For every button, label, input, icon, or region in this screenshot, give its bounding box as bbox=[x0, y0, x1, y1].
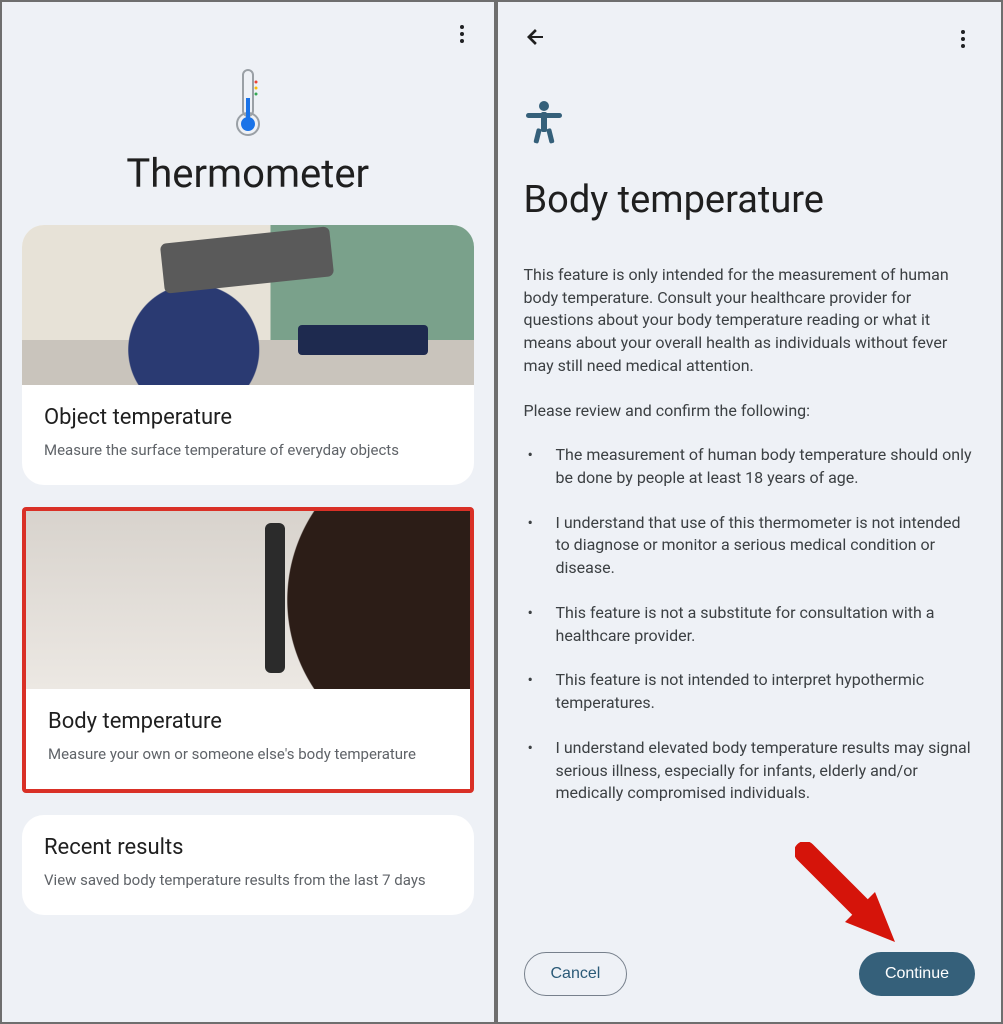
card-object-temperature[interactable]: Object temperature Measure the surface t… bbox=[22, 225, 474, 485]
consent-button-row: Cancel Continue bbox=[524, 942, 976, 996]
consent-bullet: This feature is not a substitute for con… bbox=[524, 602, 976, 647]
right-top-bar bbox=[524, 24, 976, 54]
more-options-icon[interactable] bbox=[450, 22, 474, 46]
card-subtitle: View saved body temperature results from… bbox=[44, 870, 452, 891]
consent-bullet: This feature is not intended to interpre… bbox=[524, 669, 976, 714]
consent-bullet: The measurement of human body temperatur… bbox=[524, 444, 976, 489]
consent-title: Body temperature bbox=[524, 178, 976, 222]
card-title: Object temperature bbox=[44, 405, 452, 430]
card-title: Recent results bbox=[44, 835, 452, 860]
continue-button[interactable]: Continue bbox=[859, 952, 975, 996]
card-image-object bbox=[22, 225, 474, 385]
back-arrow-icon[interactable] bbox=[524, 25, 548, 53]
body-temperature-consent-screen: Body temperature This feature is only in… bbox=[496, 0, 1003, 1024]
card-title: Body temperature bbox=[48, 709, 448, 734]
consent-intro: This feature is only intended for the me… bbox=[524, 264, 976, 378]
consent-review-prompt: Please review and confirm the following: bbox=[524, 400, 976, 423]
cancel-button[interactable]: Cancel bbox=[524, 952, 628, 996]
accessibility-icon bbox=[524, 100, 976, 148]
card-body-temperature[interactable]: Body temperature Measure your own or som… bbox=[22, 507, 474, 793]
thermometer-home-screen: Thermometer Object temperature Measure t… bbox=[0, 0, 496, 1024]
page-title: Thermometer bbox=[126, 150, 369, 197]
consent-bullet: I understand elevated body temperature r… bbox=[524, 737, 976, 805]
consent-bullet-list: The measurement of human body temperatur… bbox=[524, 444, 976, 827]
card-image-body bbox=[26, 511, 470, 689]
thermometer-icon bbox=[231, 68, 265, 142]
left-top-bar bbox=[22, 22, 474, 46]
card-subtitle: Measure the surface temperature of every… bbox=[44, 440, 452, 461]
card-subtitle: Measure your own or someone else's body … bbox=[48, 744, 448, 765]
card-recent-results[interactable]: Recent results View saved body temperatu… bbox=[22, 815, 474, 915]
consent-bullet: I understand that use of this thermomete… bbox=[524, 512, 976, 580]
more-options-icon[interactable] bbox=[951, 27, 975, 51]
